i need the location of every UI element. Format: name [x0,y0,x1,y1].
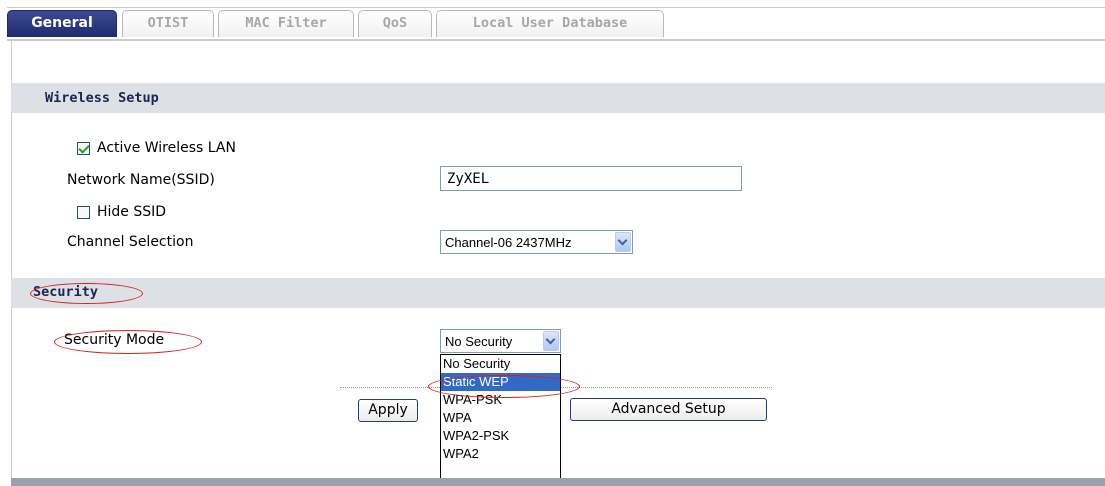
advanced-setup-button[interactable]: Advanced Setup [570,398,767,421]
tab-otist[interactable]: OTIST [122,10,214,37]
option-wpa[interactable]: WPA [441,409,560,427]
ssid-label: Network Name(SSID) [67,172,215,188]
option-no-security[interactable]: No Security [441,355,560,373]
hide-ssid-checkbox[interactable] [77,206,90,219]
tab-qos[interactable]: QoS [358,10,432,37]
security-mode-select[interactable]: No Security [440,329,561,353]
ssid-input[interactable] [440,166,742,191]
wireless-setup-title: Wireless Setup [45,90,159,106]
chevron-down-icon[interactable] [615,232,631,252]
channel-select[interactable]: Channel-06 2437MHz [440,230,633,254]
tab-mac-filter[interactable]: MAC Filter [218,10,354,37]
channel-select-value: Channel-06 2437MHz [445,235,572,250]
security-mode-label: Security Mode [64,332,165,348]
security-header: Security [11,278,1105,308]
security-mode-dropdown-list: No Security Static WEP WPA-PSK WPA WPA2-… [440,354,561,480]
option-static-wep[interactable]: Static WEP [441,373,560,391]
security-title: Security [33,284,99,300]
option-wpa2-psk[interactable]: WPA2-PSK [441,427,560,445]
hide-ssid-label: Hide SSID [97,204,167,220]
bottom-bar [11,478,1105,486]
option-wpa-psk[interactable]: WPA-PSK [441,391,560,409]
tab-general[interactable]: General [7,10,117,37]
channel-selection-label: Channel Selection [67,234,194,250]
chevron-down-icon[interactable] [543,331,559,351]
apply-button[interactable]: Apply [358,399,418,422]
security-mode-value: No Security [445,334,513,349]
tab-local-user-database[interactable]: Local User Database [436,10,664,37]
wireless-setup-header: Wireless Setup [11,83,1105,113]
active-wireless-lan-checkbox[interactable] [77,142,90,155]
tab-strip: General OTIST MAC Filter QoS Local User … [7,7,1105,41]
active-wireless-lan-label: Active Wireless LAN [97,140,236,156]
option-wpa2[interactable]: WPA2 [441,445,560,463]
